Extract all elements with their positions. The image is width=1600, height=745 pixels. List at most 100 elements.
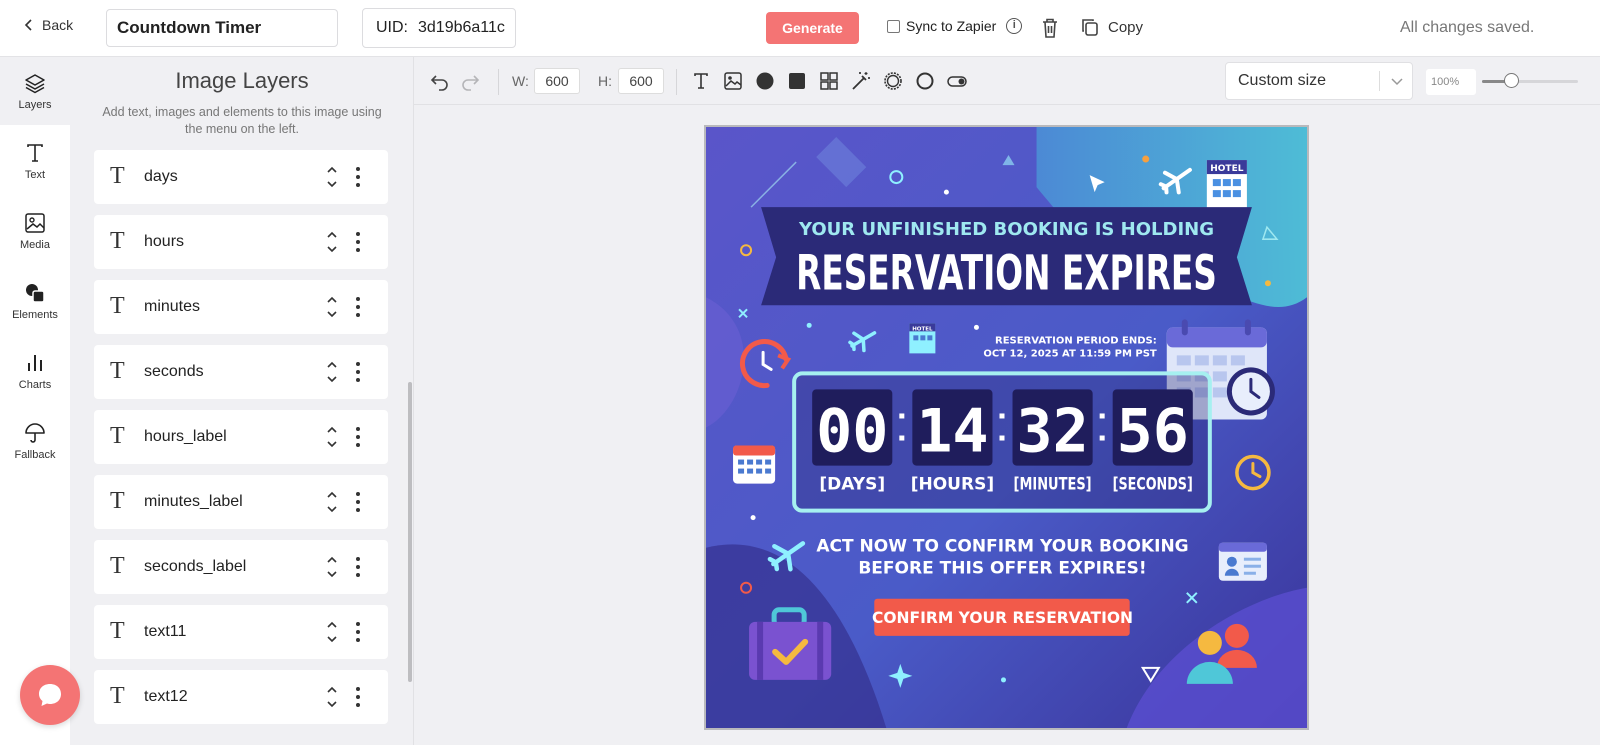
rail-item-fallback[interactable]: Fallback [0,407,70,475]
template-name-input[interactable] [106,9,338,47]
layer-name: minutes_label [144,493,243,510]
sync-checkbox[interactable] [887,19,900,33]
period-line-1: RESERVATION PERIOD ENDS: [995,335,1157,346]
layer-row[interactable]: Tminutes [94,280,388,334]
cta-line-1: ACT NOW TO CONFIRM YOUR BOOKING [816,537,1188,557]
text-layer-icon: T [110,163,125,189]
layer-row[interactable]: Tseconds_label [94,540,388,594]
rail-label: Media [20,238,50,251]
shapes-icon [26,283,45,303]
layer-row[interactable]: Thours [94,215,388,269]
rail-item-elements[interactable]: Elements [0,267,70,335]
layer-row[interactable]: Tdays [94,150,388,204]
rail-item-text[interactable]: Text [0,127,70,195]
uid-value: 3d19b6a11c [418,19,505,36]
layer-row[interactable]: Thours_label [94,410,388,464]
zoom-slider-knob[interactable] [1504,73,1519,88]
ring-icon[interactable] [915,71,935,91]
design-canvas[interactable]: HOTEL YOUR UNFINISHED BOOKING IS HOLDING… [704,125,1309,730]
add-text-icon[interactable] [691,71,711,91]
more-options-icon[interactable] [356,556,360,578]
info-icon[interactable]: i [1006,18,1023,34]
uid-label: UID: [376,19,408,36]
layer-row[interactable]: Ttext11 [94,605,388,659]
reorder-arrows-icon[interactable] [326,554,338,580]
toggle-icon[interactable] [947,71,967,91]
add-rectangle-icon[interactable] [787,71,807,91]
layer-row[interactable]: Tseconds [94,345,388,399]
canvas-size-select[interactable]: Custom size [1225,62,1413,100]
rail-label: Layers [18,98,52,111]
confetti-dot [1000,677,1006,683]
reorder-arrows-icon[interactable] [326,619,338,645]
confetti-dot [1142,155,1150,163]
rail-item-charts[interactable]: Charts [0,337,70,405]
more-options-icon[interactable] [356,231,360,253]
text-layer-icon: T [110,293,125,319]
hours-value: 14 [916,397,988,467]
panel-scrollbar[interactable] [408,382,412,682]
copy-button[interactable]: Copy [1080,17,1143,37]
more-options-icon[interactable] [356,686,360,708]
seconds-label: [SECONDS] [1113,475,1193,495]
more-options-icon[interactable] [356,296,360,318]
chevron-left-icon [24,19,32,31]
reorder-arrows-icon[interactable] [326,359,338,385]
reorder-arrows-icon[interactable] [326,294,338,320]
reorder-arrows-icon[interactable] [326,229,338,255]
more-options-icon[interactable] [356,621,360,643]
reorder-arrows-icon[interactable] [326,424,338,450]
reorder-arrows-icon[interactable] [326,684,338,710]
height-input[interactable]: 600 [618,68,664,94]
cta-line-2: BEFORE THIS OFFER EXPIRES! [858,559,1146,579]
redo-icon[interactable] [460,71,480,91]
add-grid-icon[interactable] [819,71,839,91]
reorder-arrows-icon[interactable] [326,164,338,190]
bar-chart-icon [28,354,42,371]
seconds-value: 56 [1117,397,1189,467]
layer-name: seconds [144,363,204,380]
layer-name: hours [144,233,185,250]
confetti-dot [806,322,812,328]
back-button[interactable]: Back [22,17,73,33]
add-image-icon[interactable] [723,71,743,91]
magic-wand-icon[interactable] [851,71,871,91]
trash-icon[interactable] [1040,17,1060,39]
layer-name: text12 [144,688,188,705]
copy-icon [1082,19,1098,36]
width-input[interactable]: 600 [534,68,580,94]
top-bar: Back UID: 3d19b6a11c Generate Sync to Za… [0,0,1600,57]
chevron-down-icon [1391,78,1403,86]
layers-icon [25,73,45,93]
width-label: W: [512,73,529,89]
reorder-arrows-icon[interactable] [326,489,338,515]
rail-item-layers[interactable]: Layers [0,57,70,125]
layer-row[interactable]: Ttext12 [94,670,388,724]
undo-icon[interactable] [430,71,450,91]
chat-button[interactable] [20,665,80,725]
sync-zapier-toggle[interactable]: Sync to Zapier i [887,18,1023,34]
add-circle-icon[interactable] [755,71,775,91]
generate-button[interactable]: Generate [766,12,859,44]
more-options-icon[interactable] [356,426,360,448]
hotel-building-icon: HOTEL [1206,160,1247,209]
toolbar-divider [676,69,677,95]
layer-name: text11 [144,623,187,640]
confirm-reservation-label: CONFIRM YOUR RESERVATION [872,609,1133,627]
more-options-icon[interactable] [356,166,360,188]
layer-name: hours_label [144,428,227,445]
minutes-label: [MINUTES] [1014,475,1092,495]
size-select-value: Custom size [1238,72,1327,89]
layer-row[interactable]: Tminutes_label [94,475,388,529]
confetti-dot [1264,280,1271,287]
small-calendar-icon [733,445,776,484]
badge-icon[interactable] [883,71,903,91]
chat-icon [39,684,61,706]
sync-label: Sync to Zapier [906,18,997,34]
rail-label: Charts [18,378,52,391]
headline-small: YOUR UNFINISHED BOOKING IS HOLDING [798,219,1214,240]
rail-label: Fallback [14,448,56,461]
more-options-icon[interactable] [356,491,360,513]
more-options-icon[interactable] [356,361,360,383]
rail-item-media[interactable]: Media [0,197,70,265]
